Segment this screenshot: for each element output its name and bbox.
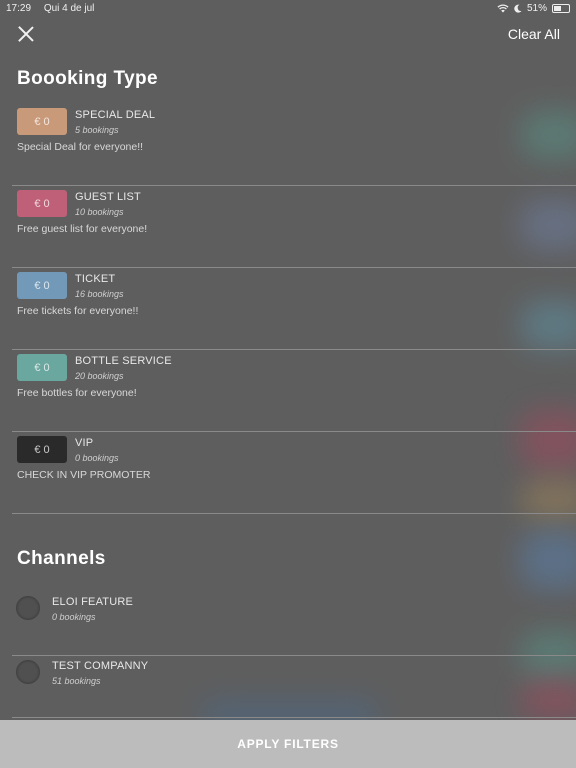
booking-type-item[interactable]: € 0 TICKET 16 bookings Free tickets for … (12, 268, 576, 350)
booking-count: 5 bookings (75, 125, 119, 135)
channel-radio[interactable] (16, 660, 40, 684)
booking-type-description: CHECK IN VIP PROMOTER (17, 469, 151, 481)
price-badge: € 0 (17, 272, 67, 299)
wifi-icon (497, 3, 509, 12)
channel-name: TEST COMPANNY (52, 660, 149, 672)
status-date: Qui 4 de jul (43, 2, 95, 14)
price-badge: € 0 (17, 436, 67, 463)
battery-percent: 51% (526, 2, 547, 14)
booking-type-name: GUEST LIST (75, 191, 141, 203)
close-icon[interactable] (16, 24, 36, 44)
price-badge: € 0 (17, 354, 67, 381)
booking-type-title: Boooking Type (17, 68, 159, 89)
apply-filters-label: APPLY FILTERS (237, 737, 339, 751)
booking-type-name: VIP (75, 437, 94, 449)
channel-item[interactable]: ELOI FEATURE 0 bookings (12, 592, 576, 656)
channels-list: ELOI FEATURE 0 bookings TEST COMPANNY 51… (0, 592, 576, 718)
booking-count: 10 bookings (75, 207, 124, 217)
clear-all-button[interactable]: Clear All (508, 26, 560, 42)
battery-level (554, 5, 562, 11)
booking-count: 20 bookings (75, 371, 124, 381)
status-bar: 17:29 Qui 4 de jul 51% (0, 0, 576, 16)
price-badge: € 0 (17, 190, 67, 217)
top-bar: Clear All (0, 16, 576, 52)
price-label: € 0 (34, 443, 50, 456)
booking-type-item[interactable]: € 0 GUEST LIST 10 bookings Free guest li… (12, 186, 576, 268)
price-label: € 0 (34, 197, 50, 210)
booking-type-name: TICKET (75, 273, 116, 285)
booking-type-name: SPECIAL DEAL (75, 109, 156, 121)
booking-count: 16 bookings (75, 289, 124, 299)
channel-name: ELOI FEATURE (52, 596, 134, 608)
booking-type-description: Free bottles for everyone! (17, 387, 137, 399)
price-label: € 0 (34, 279, 50, 292)
booking-type-item[interactable]: € 0 BOTTLE SERVICE 20 bookings Free bott… (12, 350, 576, 432)
apply-filters-button[interactable]: APPLY FILTERS (0, 720, 576, 768)
booking-type-description: Special Deal for everyone!! (17, 141, 144, 153)
channel-item[interactable]: TEST COMPANNY 51 bookings (12, 656, 576, 718)
channels-title: Channels (17, 548, 106, 569)
moon-icon (514, 4, 522, 13)
booking-type-list: € 0 SPECIAL DEAL 5 bookings Special Deal… (0, 104, 576, 514)
price-label: € 0 (34, 115, 50, 128)
battery-icon (552, 3, 570, 13)
booking-type-item[interactable]: € 0 SPECIAL DEAL 5 bookings Special Deal… (12, 104, 576, 186)
channel-count: 51 bookings (52, 676, 101, 686)
booking-type-name: BOTTLE SERVICE (75, 355, 172, 367)
booking-type-description: Free guest list for everyone! (17, 223, 148, 235)
status-time: 17:29 (6, 2, 32, 14)
channel-radio[interactable] (16, 596, 40, 620)
price-badge: € 0 (17, 108, 67, 135)
booking-type-item[interactable]: € 0 VIP 0 bookings CHECK IN VIP PROMOTER (12, 432, 576, 514)
booking-type-description: Free tickets for everyone!! (17, 305, 139, 317)
price-label: € 0 (34, 361, 50, 374)
channel-count: 0 bookings (52, 612, 96, 622)
booking-count: 0 bookings (75, 453, 119, 463)
